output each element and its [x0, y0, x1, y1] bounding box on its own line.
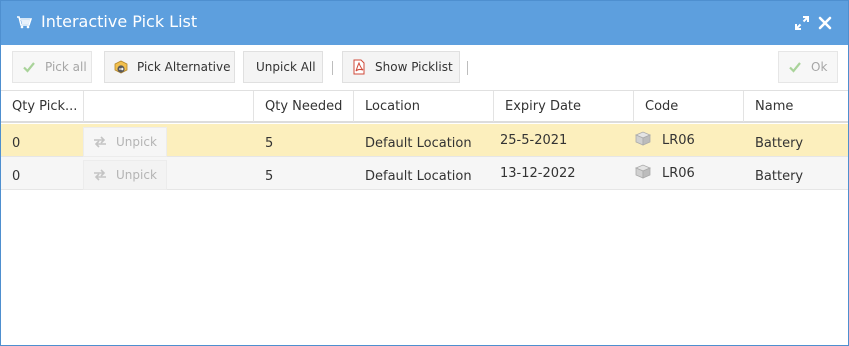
check-icon: [787, 59, 803, 75]
unpick-label: Unpick: [116, 168, 157, 182]
unpick-button[interactable]: Unpick: [83, 127, 167, 157]
column-header-expiry-date[interactable]: Expiry Date: [494, 91, 634, 122]
column-header-location[interactable]: Location: [354, 91, 494, 122]
pdf-icon: [351, 59, 367, 75]
pick-alternative-label: Pick Alternative: [137, 60, 231, 74]
unpick-icon: [92, 168, 108, 182]
product-box-icon: [634, 164, 652, 179]
code-cell: LR06: [662, 133, 695, 148]
pick-all-button[interactable]: Pick all: [12, 51, 92, 83]
column-header-qty-needed[interactable]: Qty Needed: [254, 91, 354, 122]
title-bar: Interactive Pick List: [1, 1, 848, 45]
location-cell: Default Location: [365, 169, 472, 184]
unpick-all-label: Unpick All: [256, 60, 316, 74]
alternative-box-icon: [113, 59, 129, 75]
toolbar-separator: [467, 61, 468, 75]
expiry-date-cell: 13-12-2022: [500, 166, 576, 181]
table-row[interactable]: 0 Unpick 5 Default Location 25-5-2021 LR…: [1, 124, 848, 157]
basket-icon: [16, 15, 33, 29]
close-icon[interactable]: [818, 16, 832, 30]
check-icon: [21, 59, 37, 75]
table-header: Qty Pick... Qty Needed Location Expiry D…: [1, 90, 848, 123]
toolbar: Pick all Pick Alternative Unpick All Sho…: [1, 45, 848, 90]
column-header-name[interactable]: Name: [744, 91, 848, 122]
qty-needed-cell: 5: [265, 169, 274, 184]
qty-picked-cell: 0: [12, 169, 21, 184]
show-picklist-label: Show Picklist: [375, 60, 453, 74]
column-header-qty-picked[interactable]: Qty Pick...: [1, 91, 84, 122]
show-picklist-button[interactable]: Show Picklist: [342, 51, 460, 83]
location-cell: Default Location: [365, 136, 472, 151]
pick-all-label: Pick all: [45, 60, 87, 74]
maximize-icon[interactable]: [795, 16, 809, 30]
unpick-label: Unpick: [116, 135, 157, 149]
toolbar-separator: [332, 61, 333, 75]
product-box-icon: [634, 131, 652, 146]
expiry-date-cell: 25-5-2021: [500, 133, 568, 148]
table-row[interactable]: 0 Unpick 5 Default Location 13-12-2022 L…: [1, 157, 848, 190]
unpick-all-button[interactable]: Unpick All: [243, 51, 323, 83]
name-cell: Battery: [755, 136, 804, 151]
qty-picked-cell: 0: [12, 136, 21, 151]
window-title: Interactive Pick List: [41, 12, 198, 31]
ok-label: Ok: [811, 60, 828, 74]
ok-button[interactable]: Ok: [778, 51, 838, 83]
name-cell: Battery: [755, 169, 804, 184]
pick-alternative-button[interactable]: Pick Alternative: [104, 51, 235, 83]
qty-needed-cell: 5: [265, 136, 274, 151]
code-cell: LR06: [662, 166, 695, 181]
unpick-icon: [92, 135, 108, 149]
pick-list-window: Interactive Pick List Pick all Pick Alte…: [0, 0, 849, 346]
column-header-code[interactable]: Code: [634, 91, 744, 122]
unpick-button[interactable]: Unpick: [83, 160, 167, 190]
column-header-actions: [84, 91, 254, 122]
